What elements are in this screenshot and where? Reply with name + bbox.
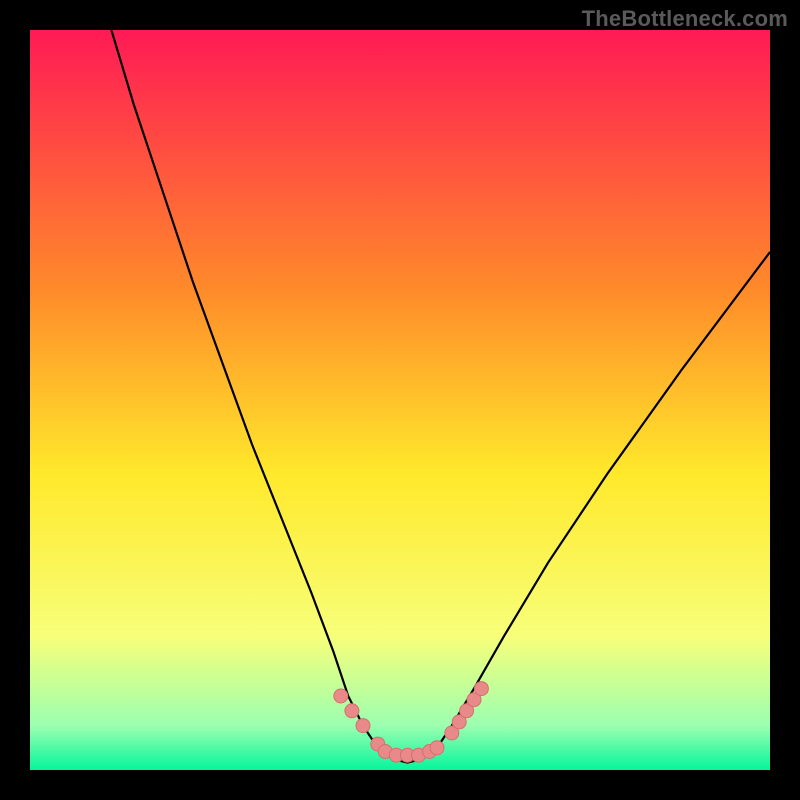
chart-frame: TheBottleneck.com	[0, 0, 800, 800]
marker-point	[356, 719, 370, 733]
bottleneck-curve	[111, 30, 770, 763]
watermark-text: TheBottleneck.com	[582, 6, 788, 32]
plot-area	[30, 30, 770, 770]
marker-point	[430, 741, 444, 755]
highlight-markers	[334, 682, 489, 763]
marker-point	[334, 689, 348, 703]
chart-overlay	[30, 30, 770, 770]
marker-point	[345, 704, 359, 718]
marker-point	[474, 682, 488, 696]
